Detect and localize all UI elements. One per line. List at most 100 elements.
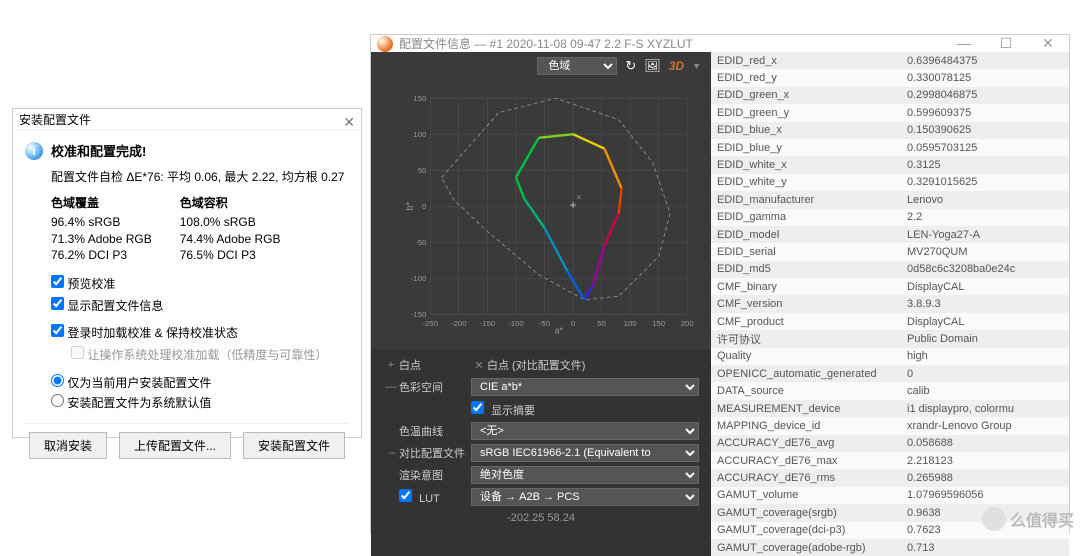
- svg-text:0: 0: [422, 202, 427, 211]
- info-row: EDID_white_y0.3291015625: [711, 174, 1069, 191]
- info-key: MEASUREMENT_device: [711, 400, 901, 417]
- volume-srgb: 108.0% sRGB: [180, 214, 281, 231]
- svg-text:a*: a*: [555, 326, 564, 336]
- info-value: 3.8.9.3: [901, 295, 1069, 312]
- svg-text:-100: -100: [411, 274, 427, 283]
- reset-icon[interactable]: ↻: [625, 58, 636, 74]
- install-button[interactable]: 安装配置文件: [243, 432, 345, 459]
- add-whitepoint-icon[interactable]: +: [383, 359, 399, 371]
- trc-label: 色温曲线: [399, 423, 471, 439]
- svg-text:150: 150: [652, 319, 666, 328]
- show-summary-checkbox[interactable]: 显示摘要: [471, 401, 535, 418]
- info-row: EDID_red_y0.330078125: [711, 69, 1069, 86]
- svg-text:50: 50: [597, 319, 606, 328]
- minimize-icon[interactable]: —: [949, 35, 979, 52]
- rendering-select[interactable]: 绝对色度: [471, 466, 699, 484]
- info-value: Lenovo: [901, 191, 1069, 208]
- info-value: 0.058688: [901, 435, 1069, 452]
- info-value: 0.599609375: [901, 104, 1069, 121]
- info-value: DisplayCAL: [901, 278, 1069, 295]
- delta-e-summary: 配置文件自检 ΔE*76: 平均 0.06, 最大 2.22, 均方根 0.27: [51, 168, 349, 185]
- 3d-dropdown-icon[interactable]: ▼: [692, 61, 701, 71]
- svg-text:100: 100: [624, 319, 638, 328]
- svg-text:150: 150: [413, 94, 427, 103]
- maximize-icon[interactable]: ☐: [991, 35, 1021, 52]
- info-row: CMF_version3.8.9.3: [711, 295, 1069, 312]
- cancel-button[interactable]: 取消安装: [29, 432, 107, 459]
- info-row: MAPPING_device_idxrandr-Lenovo Group: [711, 417, 1069, 434]
- lut-select[interactable]: 设备 → A2B → PCS: [471, 488, 699, 506]
- info-row: GAMUT_coverage(srgb)0.9638: [711, 504, 1069, 521]
- info-row: GAMUT_volume1.07969596056: [711, 487, 1069, 504]
- info-value: 2.2: [901, 209, 1069, 226]
- install-profile-dialog: 安装配置文件 ✕ i 校准和配置完成! 配置文件自检 ΔE*76: 平均 0.0…: [12, 108, 362, 438]
- app-icon: [377, 36, 393, 52]
- info-row: GAMUT_coverage(adobe-rgb)0.713: [711, 539, 1069, 556]
- profile-info-table: EDID_red_x0.6396484375EDID_red_y0.330078…: [711, 52, 1069, 556]
- info-key: EDID_serial: [711, 243, 901, 260]
- info-row: Qualityhigh: [711, 348, 1069, 365]
- cursor-coords: -202.25 58.24: [383, 508, 699, 524]
- info-key: EDID_green_y: [711, 104, 901, 121]
- info-value: 0.150390625: [901, 122, 1069, 139]
- upload-button[interactable]: 上传配置文件...: [119, 432, 231, 459]
- info-key: GAMUT_volume: [711, 487, 901, 504]
- info-value: 0.9638: [901, 504, 1069, 521]
- svg-text:b*: b*: [405, 201, 415, 210]
- install-current-user-radio[interactable]: 仅为当前用户安装配置文件: [51, 373, 349, 393]
- info-key: Quality: [711, 348, 901, 365]
- close-window-icon[interactable]: ✕: [1033, 35, 1063, 52]
- install-system-default-radio[interactable]: 安装配置文件为系统默认值: [51, 393, 349, 413]
- info-value: DisplayCAL: [901, 313, 1069, 330]
- window-titlebar: 配置文件信息 — #1 2020-11-08 09-47 2.2 F-S XYZ…: [371, 35, 1069, 52]
- svg-text:0: 0: [571, 319, 576, 328]
- volume-dcip3: 76.5% DCI P3: [180, 247, 281, 264]
- save-image-icon[interactable]: 🖼: [644, 58, 661, 74]
- show-profile-checkbox[interactable]: 显示配置文件信息: [51, 296, 349, 318]
- info-key: EDID_green_x: [711, 87, 901, 104]
- colorspace-select[interactable]: CIE a*b*: [471, 378, 699, 396]
- lut-checkbox[interactable]: LUT: [399, 489, 471, 505]
- info-key: EDID_gamma: [711, 209, 901, 226]
- info-row: OPENICC_automatic_generated0: [711, 365, 1069, 382]
- coverage-adobe: 71.3% Adobe RGB: [51, 231, 152, 248]
- info-row: EDID_blue_y0.0595703125: [711, 139, 1069, 156]
- compare-profile-label: 对比配置文件: [399, 445, 471, 461]
- info-key: EDID_white_y: [711, 174, 901, 191]
- info-row: EDID_green_y0.599609375: [711, 104, 1069, 121]
- info-row: ACCURACY_dE76_rms0.265988: [711, 469, 1069, 486]
- 3d-view-button[interactable]: 3D: [669, 59, 684, 73]
- coverage-dcip3: 76.2% DCI P3: [51, 247, 152, 264]
- preview-checkbox[interactable]: 预览校准: [51, 274, 349, 296]
- compare-profile-select[interactable]: sRGB IEC61966-2.1 (Equivalent to: [471, 444, 699, 462]
- svg-text:-100: -100: [508, 319, 524, 328]
- info-key: ACCURACY_dE76_avg: [711, 435, 901, 452]
- info-key: CMF_product: [711, 313, 901, 330]
- info-value: 2.218123: [901, 452, 1069, 469]
- dialog-titlebar: 安装配置文件 ✕: [13, 109, 361, 131]
- coverage-header: 色域覆盖: [51, 195, 152, 212]
- info-value: 0.713: [901, 539, 1069, 556]
- rendering-label: 渲染意图: [399, 467, 471, 483]
- info-value: 0.7623: [901, 522, 1069, 539]
- close-icon[interactable]: ✕: [343, 111, 355, 133]
- svg-text:×: ×: [576, 192, 582, 203]
- info-key: EDID_white_x: [711, 156, 901, 173]
- info-row: CMF_productDisplayCAL: [711, 313, 1069, 330]
- load-on-login-checkbox[interactable]: 登录时加载校准 & 保持校准状态: [51, 323, 349, 345]
- svg-text:-200: -200: [451, 319, 467, 328]
- dialog-title: 安装配置文件: [19, 113, 91, 127]
- info-key: OPENICC_automatic_generated: [711, 365, 901, 382]
- gamut-plot[interactable]: -250-200-150-100-50050100150200-150-100-…: [403, 84, 695, 344]
- svg-text:-150: -150: [480, 319, 496, 328]
- info-key: EDID_blue_x: [711, 122, 901, 139]
- info-row: ACCURACY_dE76_avg0.058688: [711, 435, 1069, 452]
- info-key: ACCURACY_dE76_max: [711, 452, 901, 469]
- svg-text:-50: -50: [539, 319, 551, 328]
- chart-mode-select[interactable]: 色域: [537, 57, 617, 75]
- trc-select[interactable]: <无>: [471, 422, 699, 440]
- colorspace-label: 色彩空间: [399, 379, 471, 395]
- os-handle-checkbox[interactable]: 让操作系统处理校准加载（低精度与可靠性）: [71, 345, 349, 367]
- dialog-heading: 校准和配置完成!: [51, 141, 146, 160]
- window-title: 配置文件信息 — #1 2020-11-08 09-47 2.2 F-S XYZ…: [399, 35, 693, 52]
